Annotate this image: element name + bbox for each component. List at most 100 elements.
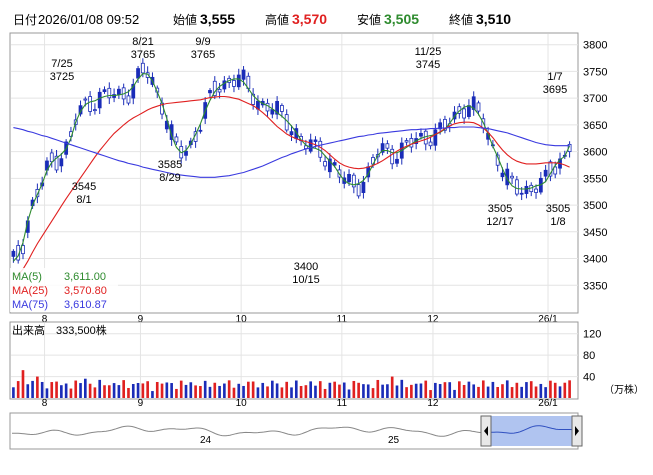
- stock-chart-svg: 日付 2026/01/08 09:52 始値 3,555 高値 3,570 安値…: [0, 0, 653, 470]
- volume-bar: [395, 385, 399, 398]
- candle-body: [59, 158, 64, 167]
- volume-bar: [127, 387, 130, 398]
- volume-bar: [294, 380, 298, 398]
- ma75-value: 3,610.87: [64, 299, 107, 311]
- candle-body: [236, 74, 241, 88]
- volume-bar: [534, 386, 538, 398]
- navigator-right-handle[interactable]: [571, 415, 583, 447]
- volume-bar: [131, 384, 135, 398]
- candle-body: [102, 89, 107, 93]
- candle-body: [514, 179, 519, 195]
- header-close-value: 3,510: [476, 11, 511, 27]
- volume-bar: [223, 383, 226, 398]
- volume-bar: [275, 383, 279, 398]
- volume-bar: [299, 386, 303, 398]
- candle-body: [510, 175, 514, 179]
- volume-bar: [184, 384, 188, 398]
- volume-bar: [290, 387, 293, 398]
- volume-bar: [515, 382, 519, 398]
- volume-bar: [31, 380, 34, 398]
- volume-bar: [347, 389, 351, 398]
- annotation-line2: 8/1: [76, 194, 91, 206]
- price-y-tick-label: 3750: [583, 66, 607, 78]
- annotation-line1: 3505: [488, 203, 512, 215]
- volume-bar: [314, 385, 317, 398]
- header-low-value: 3,505: [384, 11, 419, 27]
- volume-bar: [271, 380, 274, 398]
- ma25-label: MA(25): [12, 285, 48, 297]
- header-close-label: 終値: [449, 12, 473, 27]
- candle-body: [428, 141, 433, 147]
- volume-bar: [405, 387, 408, 398]
- volume-bar: [160, 383, 164, 398]
- volume-bar: [247, 381, 250, 398]
- price-y-tick-label: 3550: [583, 173, 607, 185]
- annotation-line2: 12/17: [486, 216, 514, 228]
- ma25-value: 3,570.80: [64, 285, 107, 297]
- volume-bar: [21, 370, 25, 398]
- annotation-line1: 7/25: [51, 58, 72, 70]
- volume-bar: [103, 385, 106, 398]
- annotation-line1: 3545: [72, 181, 96, 193]
- volume-bar: [26, 384, 30, 398]
- navigator[interactable]: 24 25: [9, 412, 583, 450]
- volume-bar: [12, 387, 15, 398]
- volume-bar: [510, 387, 514, 398]
- price-y-tick-label: 3400: [583, 254, 607, 266]
- ma5-value: 3,611.00: [64, 271, 106, 283]
- volume-bar: [481, 380, 485, 398]
- volume-bar: [74, 380, 78, 398]
- header-open-value: 3,555: [200, 11, 235, 27]
- volume-bar: [40, 381, 44, 398]
- price-y-tick-label: 3600: [583, 147, 607, 159]
- volume-bar: [213, 382, 217, 398]
- candle-body: [49, 152, 54, 163]
- volume-bar: [333, 381, 336, 398]
- volume-bar: [45, 388, 49, 398]
- ma5-label: MA(5): [12, 271, 42, 283]
- candle-body: [289, 131, 294, 136]
- volume-y-tick-label: 120: [583, 329, 601, 341]
- candle-body: [107, 87, 112, 99]
- navigator-label-25: 25: [388, 435, 400, 446]
- annotation-line1: 1/7: [547, 71, 562, 83]
- candle-body: [140, 62, 145, 74]
- volume-bar: [386, 384, 389, 398]
- volume-bar: [362, 384, 365, 398]
- volume-bar: [558, 386, 562, 398]
- volume-bar: [486, 386, 490, 398]
- volume-bar: [50, 382, 54, 398]
- candle-body: [390, 148, 395, 165]
- candle-body: [308, 139, 313, 152]
- annotation-line2: 8/29: [159, 172, 180, 184]
- candle-body: [93, 109, 97, 112]
- navigator-left-handle[interactable]: [480, 415, 492, 447]
- annotation-line2: 3725: [50, 71, 74, 83]
- volume-bar: [227, 380, 231, 398]
- volume-bar: [549, 380, 552, 398]
- header-high-label: 高値: [265, 12, 289, 27]
- candle-body: [347, 174, 351, 183]
- volume-bar: [304, 385, 308, 398]
- volume-bar: [520, 386, 523, 398]
- volume-bar: [342, 382, 346, 398]
- volume-bar: [107, 385, 111, 398]
- price-y-tick-label: 3650: [583, 120, 607, 132]
- volume-bar: [491, 381, 495, 398]
- volume-bar: [170, 383, 173, 398]
- navigator-selection[interactable]: [487, 416, 573, 446]
- candle-body: [419, 132, 423, 137]
- volume-bar: [151, 391, 154, 398]
- volume-bar: [266, 386, 269, 398]
- volume-title: 出来高: [12, 323, 45, 337]
- volume-y-tick-label: 40: [583, 372, 595, 384]
- volume-bar: [472, 384, 476, 398]
- volume-bar: [251, 381, 255, 398]
- volume-bar: [218, 385, 221, 398]
- price-y-tick-label: 3450: [583, 227, 607, 239]
- volume-bar: [155, 381, 159, 398]
- volume-bar: [232, 387, 236, 398]
- price-y-tick-label: 3700: [583, 93, 607, 105]
- candle-body: [462, 108, 467, 119]
- volume-bar: [467, 381, 471, 398]
